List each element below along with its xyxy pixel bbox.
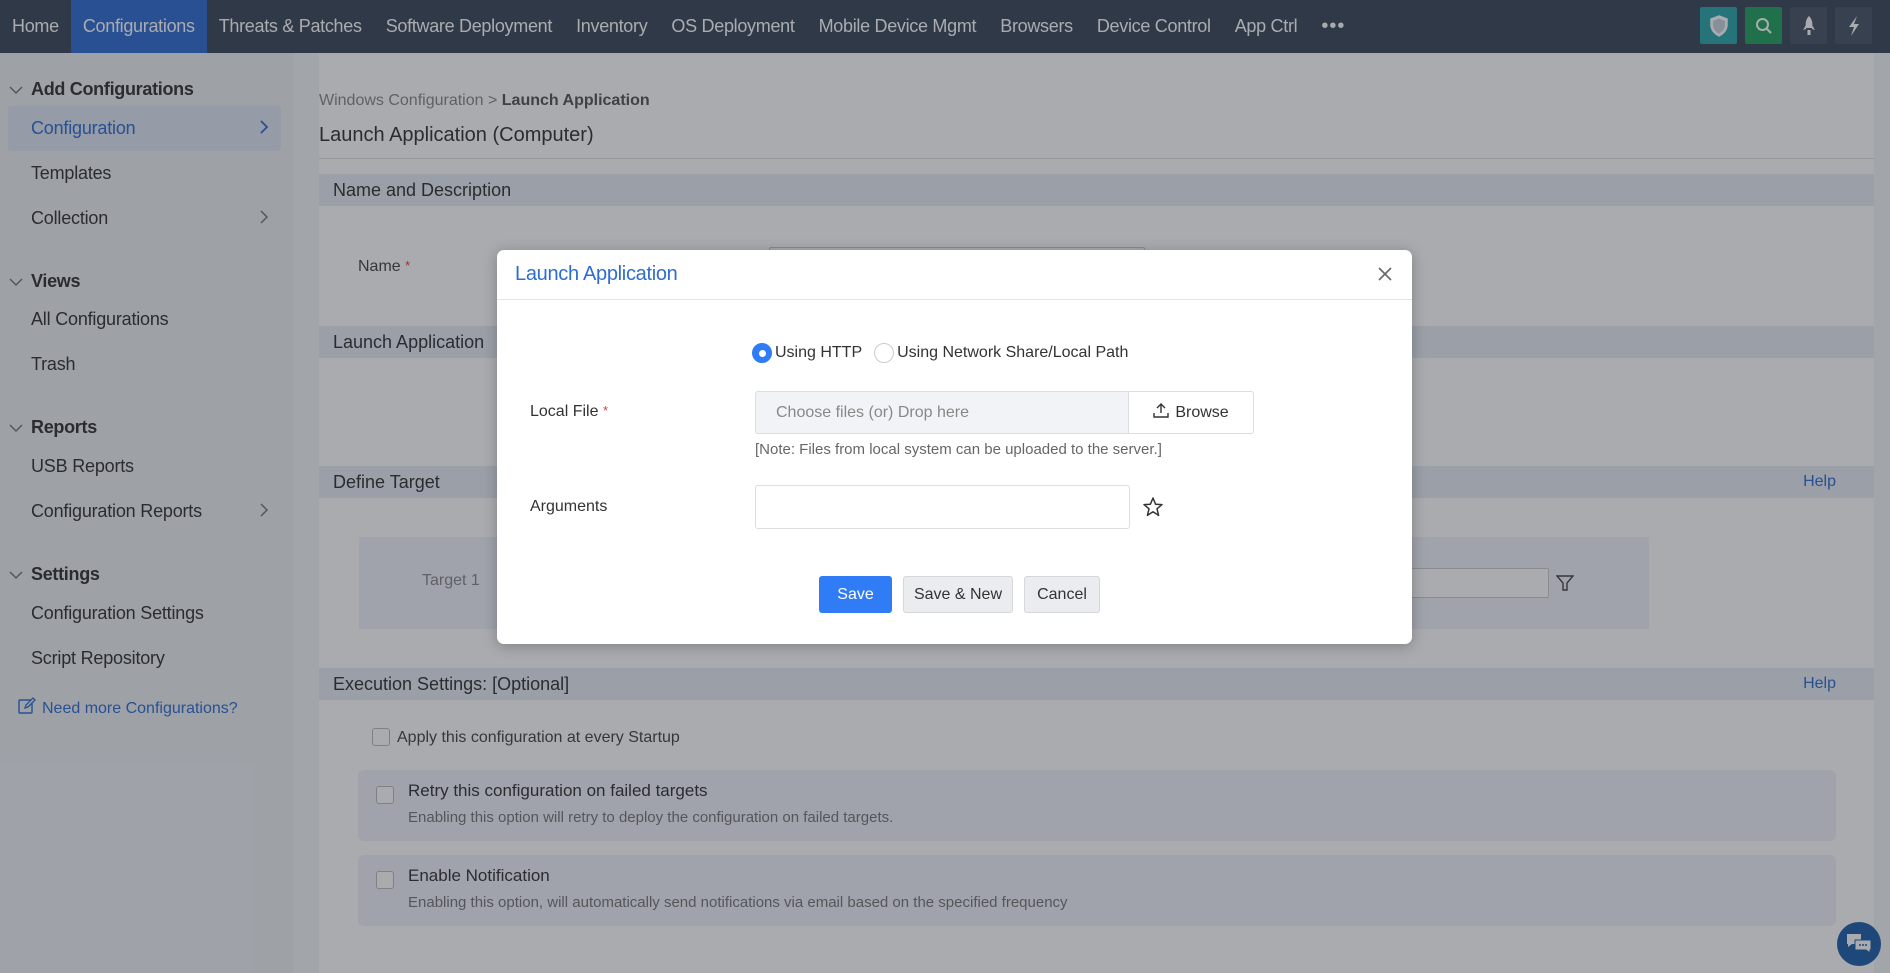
file-drop-input[interactable]: Choose files (or) Drop here <box>755 391 1129 434</box>
save-and-new-button[interactable]: Save & New <box>903 576 1013 613</box>
browse-label: Browse <box>1175 403 1229 421</box>
dialog-header: Launch Application <box>497 250 1412 300</box>
radio-using-http[interactable]: Using HTTP <box>752 343 862 363</box>
cancel-button[interactable]: Cancel <box>1024 576 1100 613</box>
radio-button-checked[interactable] <box>752 343 772 363</box>
source-radio-group: Using HTTP Using Network Share/Local Pat… <box>752 343 1140 363</box>
arguments-label: Arguments <box>530 498 608 515</box>
save-button[interactable]: Save <box>819 576 892 613</box>
radio-label: Using Network Share/Local Path <box>897 344 1129 361</box>
local-file-label: Local File * <box>530 403 608 420</box>
close-icon[interactable] <box>1374 263 1396 285</box>
radio-using-network-share[interactable]: Using Network Share/Local Path <box>874 343 1128 363</box>
arguments-input[interactable] <box>755 485 1130 529</box>
launch-application-dialog: Launch Application Using HTTP Using Netw… <box>497 250 1412 644</box>
file-placeholder: Choose files (or) Drop here <box>776 403 969 421</box>
radio-label: Using HTTP <box>775 344 863 361</box>
dialog-title: Launch Application <box>515 263 678 285</box>
radio-button[interactable] <box>874 343 895 363</box>
upload-note: [Note: Files from local system can be up… <box>755 441 1162 458</box>
star-icon[interactable] <box>1142 496 1164 518</box>
browse-button[interactable]: Browse <box>1128 391 1254 434</box>
upload-icon <box>1153 402 1170 423</box>
